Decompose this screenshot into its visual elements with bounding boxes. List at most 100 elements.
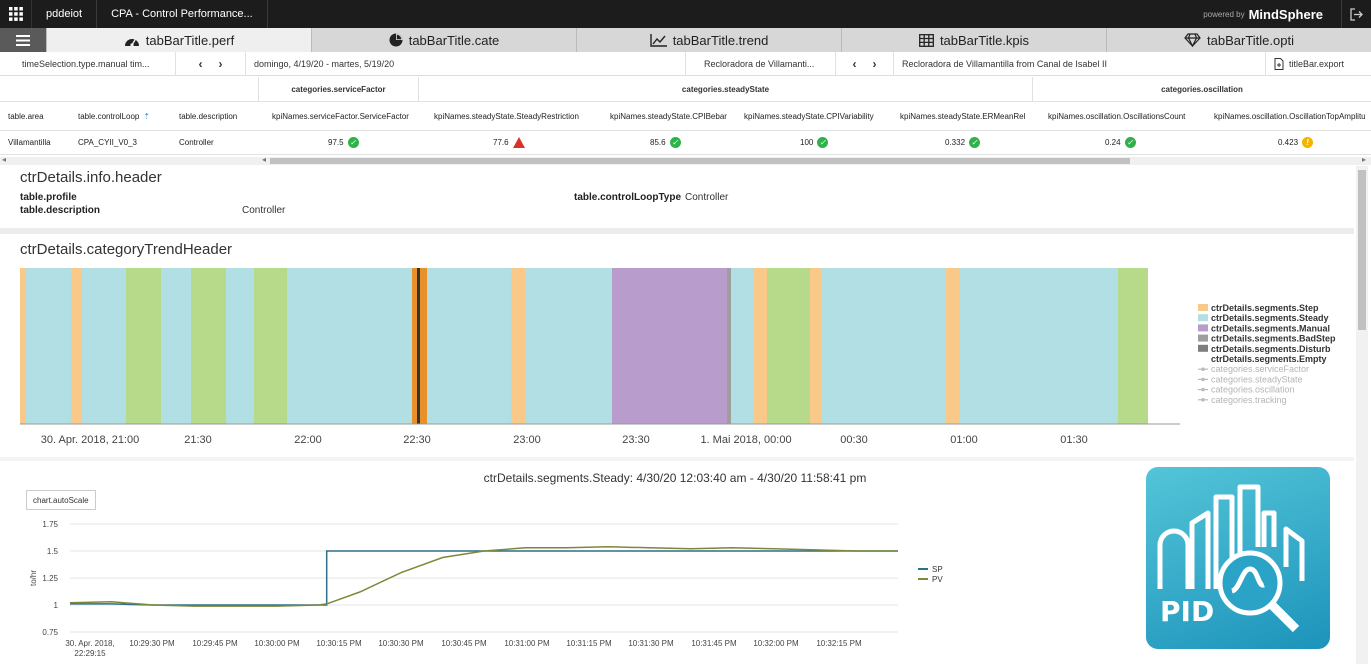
x-tick-label: 10:32:15 PM: [816, 639, 862, 648]
col-service-factor[interactable]: kpiNames.serviceFactor.ServiceFactor: [272, 102, 409, 130]
col-steady-restriction[interactable]: kpiNames.steadyState.SteadyRestriction: [434, 102, 579, 130]
loop-type-value: Controller: [685, 192, 729, 203]
legend-item[interactable]: categories.steadyState: [1211, 374, 1303, 384]
legend-item[interactable]: ctrDetails.segments.Empty: [1211, 354, 1327, 364]
x-tick-label: 22:29:15: [74, 649, 106, 658]
col-area[interactable]: table.area: [8, 102, 44, 130]
horizontal-scroll-thumb[interactable]: [270, 158, 1130, 164]
horizontal-scrollbar[interactable]: ◂ ◂ ▸: [0, 155, 1371, 165]
segment-step[interactable]: [511, 268, 525, 424]
x-tick-label: 30. Apr. 2018,: [65, 639, 114, 648]
next-asset-button[interactable]: ›: [873, 57, 877, 71]
tab-perf[interactable]: tabBarTitle.perf: [46, 28, 311, 52]
x-tick-label: 10:30:45 PM: [441, 639, 487, 648]
col-control-loop[interactable]: table.controlLoop ⇡: [78, 102, 150, 130]
value-cpi-variability: 100: [800, 138, 814, 147]
logout-button[interactable]: [1341, 0, 1371, 28]
prev-asset-button[interactable]: ‹: [853, 57, 857, 71]
tab-trend[interactable]: tabBarTitle.trend: [576, 28, 841, 52]
table-row[interactable]: Villamantilla CPA_CYII_V0_3 Controller 9…: [0, 131, 1371, 155]
legend-item[interactable]: ctrDetails.segments.Disturb: [1211, 344, 1331, 354]
app-launcher-button[interactable]: [0, 0, 32, 28]
x-tick-label: 10:30:30 PM: [378, 639, 424, 648]
col-oscillation-top-amplitude[interactable]: kpiNames.oscillation.OscillationTopAmpli…: [1214, 102, 1366, 130]
legend-item-sp[interactable]: SP: [932, 565, 943, 574]
date-range[interactable]: domingo, 4/19/20 - martes, 5/19/20: [246, 51, 686, 76]
value-service-factor: 97.5: [328, 138, 344, 147]
segment-steady[interactable]: [82, 268, 126, 424]
col-oscillations-count[interactable]: kpiNames.oscillation.OscillationsCount: [1048, 102, 1185, 130]
table-icon: [918, 33, 934, 47]
next-time-button[interactable]: ›: [219, 57, 223, 71]
sort-icon: ⇡: [143, 111, 151, 121]
vertical-scroll-thumb[interactable]: [1358, 170, 1366, 330]
legend-item[interactable]: ctrDetails.segments.Steady: [1211, 313, 1329, 323]
legend-swatch: [1198, 344, 1208, 352]
time-tick-label: 23:30: [622, 434, 650, 446]
x-tick-label: 10:31:30 PM: [628, 639, 674, 648]
segment-steady[interactable]: [822, 268, 946, 424]
segment-steady[interactable]: [607, 268, 612, 424]
tab-kpis[interactable]: tabBarTitle.kpis: [841, 28, 1106, 52]
tab-cate[interactable]: tabBarTitle.cate: [311, 28, 576, 52]
segment-steady[interactable]: [427, 268, 511, 424]
segment-steady[interactable]: [960, 268, 1118, 424]
legend-item[interactable]: ctrDetails.segments.Step: [1211, 303, 1319, 313]
tenant-breadcrumb[interactable]: pddeiot: [32, 0, 98, 28]
legend-item[interactable]: ctrDetails.segments.Manual: [1211, 323, 1330, 333]
legend-item-pv[interactable]: PV: [932, 575, 943, 584]
prev-time-button[interactable]: ‹: [199, 57, 203, 71]
hamburger-menu-button[interactable]: [0, 28, 46, 52]
segment-manual[interactable]: [612, 268, 727, 424]
profile-label: table.profile: [20, 192, 77, 203]
segment-tracking[interactable]: [191, 268, 226, 424]
time-selection-type[interactable]: timeSelection.type.manual tim...: [0, 51, 176, 76]
legend-item[interactable]: categories.tracking: [1211, 395, 1287, 405]
export-button[interactable]: titleBar.export: [1266, 52, 1371, 76]
segment-step[interactable]: [753, 268, 767, 424]
col-description[interactable]: table.description: [179, 102, 237, 130]
brand-logo: MindSphere: [1248, 6, 1323, 22]
description-value: Controller: [242, 205, 286, 216]
segment-badstep[interactable]: [727, 268, 731, 424]
autoscale-button[interactable]: chart.autoScale: [26, 490, 96, 510]
scroll-left-icon-2[interactable]: ◂: [262, 155, 266, 164]
scroll-left-icon[interactable]: ◂: [2, 155, 6, 164]
vertical-scrollbar[interactable]: [1356, 166, 1368, 664]
asset-selector[interactable]: Recloradora de Villamanti...: [686, 51, 836, 76]
col-er-mean-rel[interactable]: kpiNames.steadyState.ERMeanRel: [900, 102, 1025, 130]
time-tick-label: 01:30: [1060, 434, 1088, 446]
segment-steady[interactable]: [731, 268, 753, 424]
time-tick-label: 21:30: [184, 434, 212, 446]
segment-tracking[interactable]: [254, 268, 287, 424]
legend-dot: [1201, 387, 1205, 392]
legend-item[interactable]: ctrDetails.segments.BadStep: [1211, 334, 1336, 344]
category-trend-chart: 30. Apr. 2018, 21:00 21:30 22:00 22:30 23:00…: [20, 268, 1336, 446]
y-tick-label: 1.5: [47, 547, 59, 556]
segment-step[interactable]: [810, 268, 822, 424]
series-pv-line[interactable]: [69, 545, 898, 607]
segment-steady[interactable]: [287, 268, 412, 424]
segment-step[interactable]: [946, 268, 960, 424]
app-title-breadcrumb[interactable]: CPA - Control Performance...: [97, 0, 268, 28]
col-cpi-bebar[interactable]: kpiNames.steadyState.CPIBebar: [610, 102, 727, 130]
legend-item[interactable]: categories.serviceFactor: [1211, 364, 1309, 374]
segment-steady[interactable]: [226, 268, 254, 424]
segment-steady[interactable]: [26, 268, 71, 424]
scroll-right-icon[interactable]: ▸: [1362, 155, 1366, 164]
segment-steady[interactable]: [525, 268, 607, 424]
segment-step[interactable]: [20, 268, 26, 424]
time-tick-label: 00:30: [840, 434, 868, 446]
col-cpi-variability[interactable]: kpiNames.steadyState.CPIVariability: [744, 102, 874, 130]
time-tick-label: 23:00: [513, 434, 541, 446]
time-tick-label: 30. Apr. 2018, 21:00: [41, 434, 139, 446]
tab-opti[interactable]: tabBarTitle.opti: [1106, 28, 1371, 52]
segment-tracking[interactable]: [1118, 268, 1148, 424]
legend-item[interactable]: categories.oscillation: [1211, 385, 1295, 395]
segment-steady[interactable]: [161, 268, 191, 424]
segment-tracking[interactable]: [767, 268, 810, 424]
x-tick-label: 10:31:45 PM: [691, 639, 737, 648]
segment-tracking[interactable]: [126, 268, 161, 424]
export-file-icon: [1274, 57, 1284, 70]
segment-step[interactable]: [71, 268, 82, 424]
